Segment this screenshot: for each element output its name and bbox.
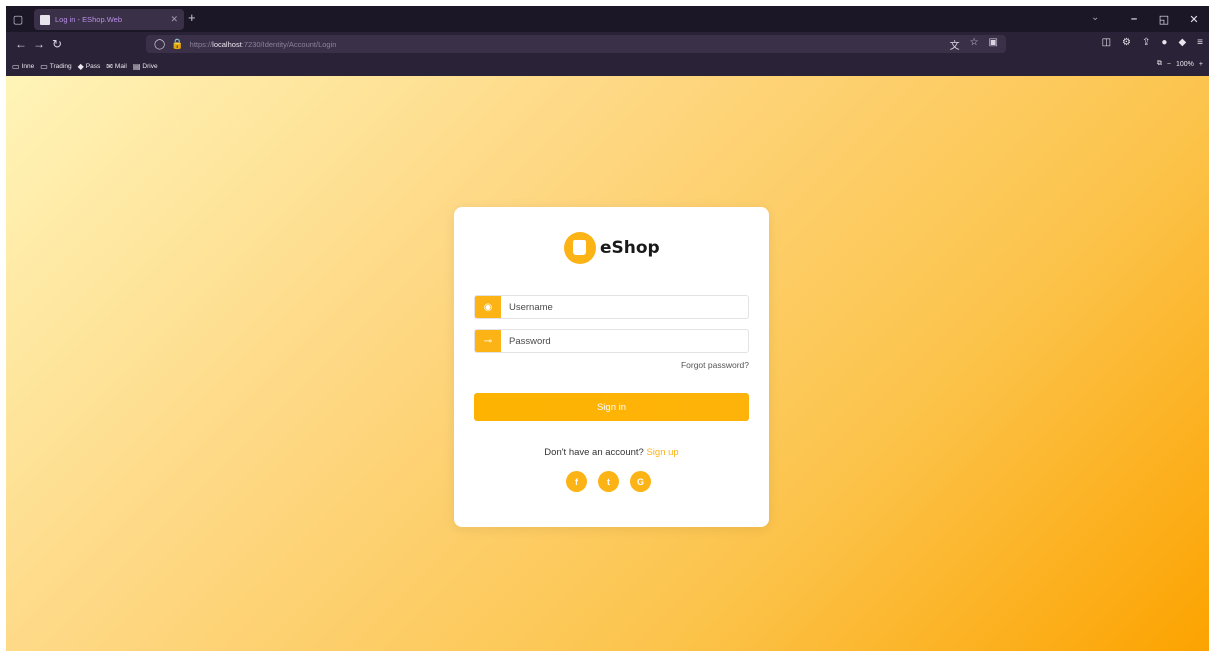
password-input[interactable] — [501, 330, 748, 352]
url-bar[interactable]: ◯ 🔒 https://localhost:7230/Identity/Acco… — [146, 35, 1006, 53]
shopping-bag-icon — [564, 232, 596, 264]
translate-icon[interactable]: 文 — [950, 37, 960, 52]
brand-name: eShop — [600, 238, 660, 258]
no-account-text: Don't have an account? — [544, 447, 644, 458]
url-text: https://localhost:7230/Identity/Account/… — [189, 39, 337, 49]
page-content: eShop ◉ ⊸ Forgot password? Sign in Don't… — [6, 76, 1209, 651]
social-login: f t G — [566, 471, 651, 492]
drive-icon: ▤ — [132, 61, 141, 71]
window-controls: – ◱ ✕ — [1119, 6, 1209, 32]
zoom-level[interactable]: 100% — [1176, 61, 1194, 68]
zoom-out-button[interactable]: − — [1167, 61, 1171, 68]
signup-prompt: Don't have an account? Sign up — [454, 447, 769, 458]
password-field: ⊸ — [474, 329, 749, 353]
chevron-down-icon[interactable]: ⌄ — [1091, 12, 1099, 23]
menu-icon[interactable]: ≡ — [1197, 37, 1203, 48]
restore-button[interactable]: ◱ — [1149, 13, 1179, 26]
profile-icon[interactable]: ● — [1161, 37, 1167, 48]
zoom-controls: ⧉ − 100% + — [1157, 60, 1203, 68]
bookmark-trading[interactable]: ▭ Trading — [40, 62, 71, 71]
reader-icon[interactable]: ⧉ — [1157, 60, 1162, 68]
bookmark-pass[interactable]: ◆ Pass — [78, 62, 101, 71]
minimize-button[interactable]: – — [1119, 13, 1149, 25]
settings-icon[interactable]: ⚙ — [1122, 37, 1131, 48]
folder-icon: ▭ — [40, 61, 48, 71]
sidebar-icon[interactable]: ◫ — [1102, 37, 1111, 48]
sign-in-button[interactable]: Sign in — [474, 393, 749, 421]
close-tab-icon[interactable]: ✕ — [170, 14, 178, 25]
bookmark-drive[interactable]: ▤ Drive — [133, 62, 158, 71]
bookmarks-bar: ▭ Inne ▭ Trading ◆ Pass ✉ Mail ▤ Drive ⧉ − 10… — [6, 56, 1209, 76]
username-input[interactable] — [501, 296, 748, 318]
share-icon[interactable]: ⇪ — [1142, 37, 1150, 48]
url-actions: 文 ☆ ▣ — [950, 37, 998, 52]
brand: eShop — [564, 232, 660, 264]
vpn-icon[interactable]: ◆ — [1178, 37, 1186, 48]
google-icon[interactable]: G — [630, 471, 651, 492]
diamond-icon: ◆ — [77, 61, 84, 71]
new-tab-button[interactable]: + — [188, 10, 196, 25]
lock-icon: 🔒 — [171, 38, 184, 50]
username-field: ◉ — [474, 295, 749, 319]
tab-strip: ▢ Log in - EShop.Web ✕ + ⌄ – ◱ ✕ — [6, 6, 1209, 32]
nav-bar: ← → ↻ ◯ 🔒 https://localhost:7230/Identit… — [6, 32, 1209, 56]
browser-window: ▢ Log in - EShop.Web ✕ + ⌄ – ◱ ✕ ← → ↻ ◯… — [6, 6, 1209, 651]
bookmark-mail[interactable]: ✉ Mail — [106, 62, 127, 71]
tab-title: Log in - EShop.Web — [55, 15, 122, 24]
tab-list-icon[interactable]: ▢ — [6, 6, 30, 32]
mail-icon: ✉ — [106, 61, 113, 71]
user-icon: ◉ — [475, 296, 501, 318]
page-icon — [40, 14, 50, 25]
bookmark-inne[interactable]: ▭ Inne — [12, 62, 34, 71]
key-icon: ⊸ — [475, 330, 501, 352]
folder-icon: ▭ — [12, 61, 20, 71]
reload-button[interactable]: ↻ — [48, 37, 66, 51]
forgot-password-link[interactable]: Forgot password? — [681, 360, 749, 370]
facebook-icon[interactable]: f — [566, 471, 587, 492]
extension-icon[interactable]: ▣ — [989, 37, 998, 52]
tab-login[interactable]: Log in - EShop.Web ✕ — [34, 9, 184, 30]
forward-button[interactable]: → — [30, 37, 48, 51]
shield-icon: ◯ — [154, 38, 166, 50]
toolbar-icons: ◫ ⚙ ⇪ ● ◆ ≡ — [1102, 37, 1203, 48]
twitter-icon[interactable]: t — [598, 471, 619, 492]
bookmark-star-icon[interactable]: ☆ — [970, 37, 979, 52]
back-button[interactable]: ← — [12, 37, 30, 51]
zoom-in-button[interactable]: + — [1199, 61, 1203, 68]
close-window-button[interactable]: ✕ — [1179, 13, 1209, 26]
sign-up-link[interactable]: Sign up — [646, 447, 678, 458]
login-card: eShop ◉ ⊸ Forgot password? Sign in Don't… — [454, 207, 769, 527]
